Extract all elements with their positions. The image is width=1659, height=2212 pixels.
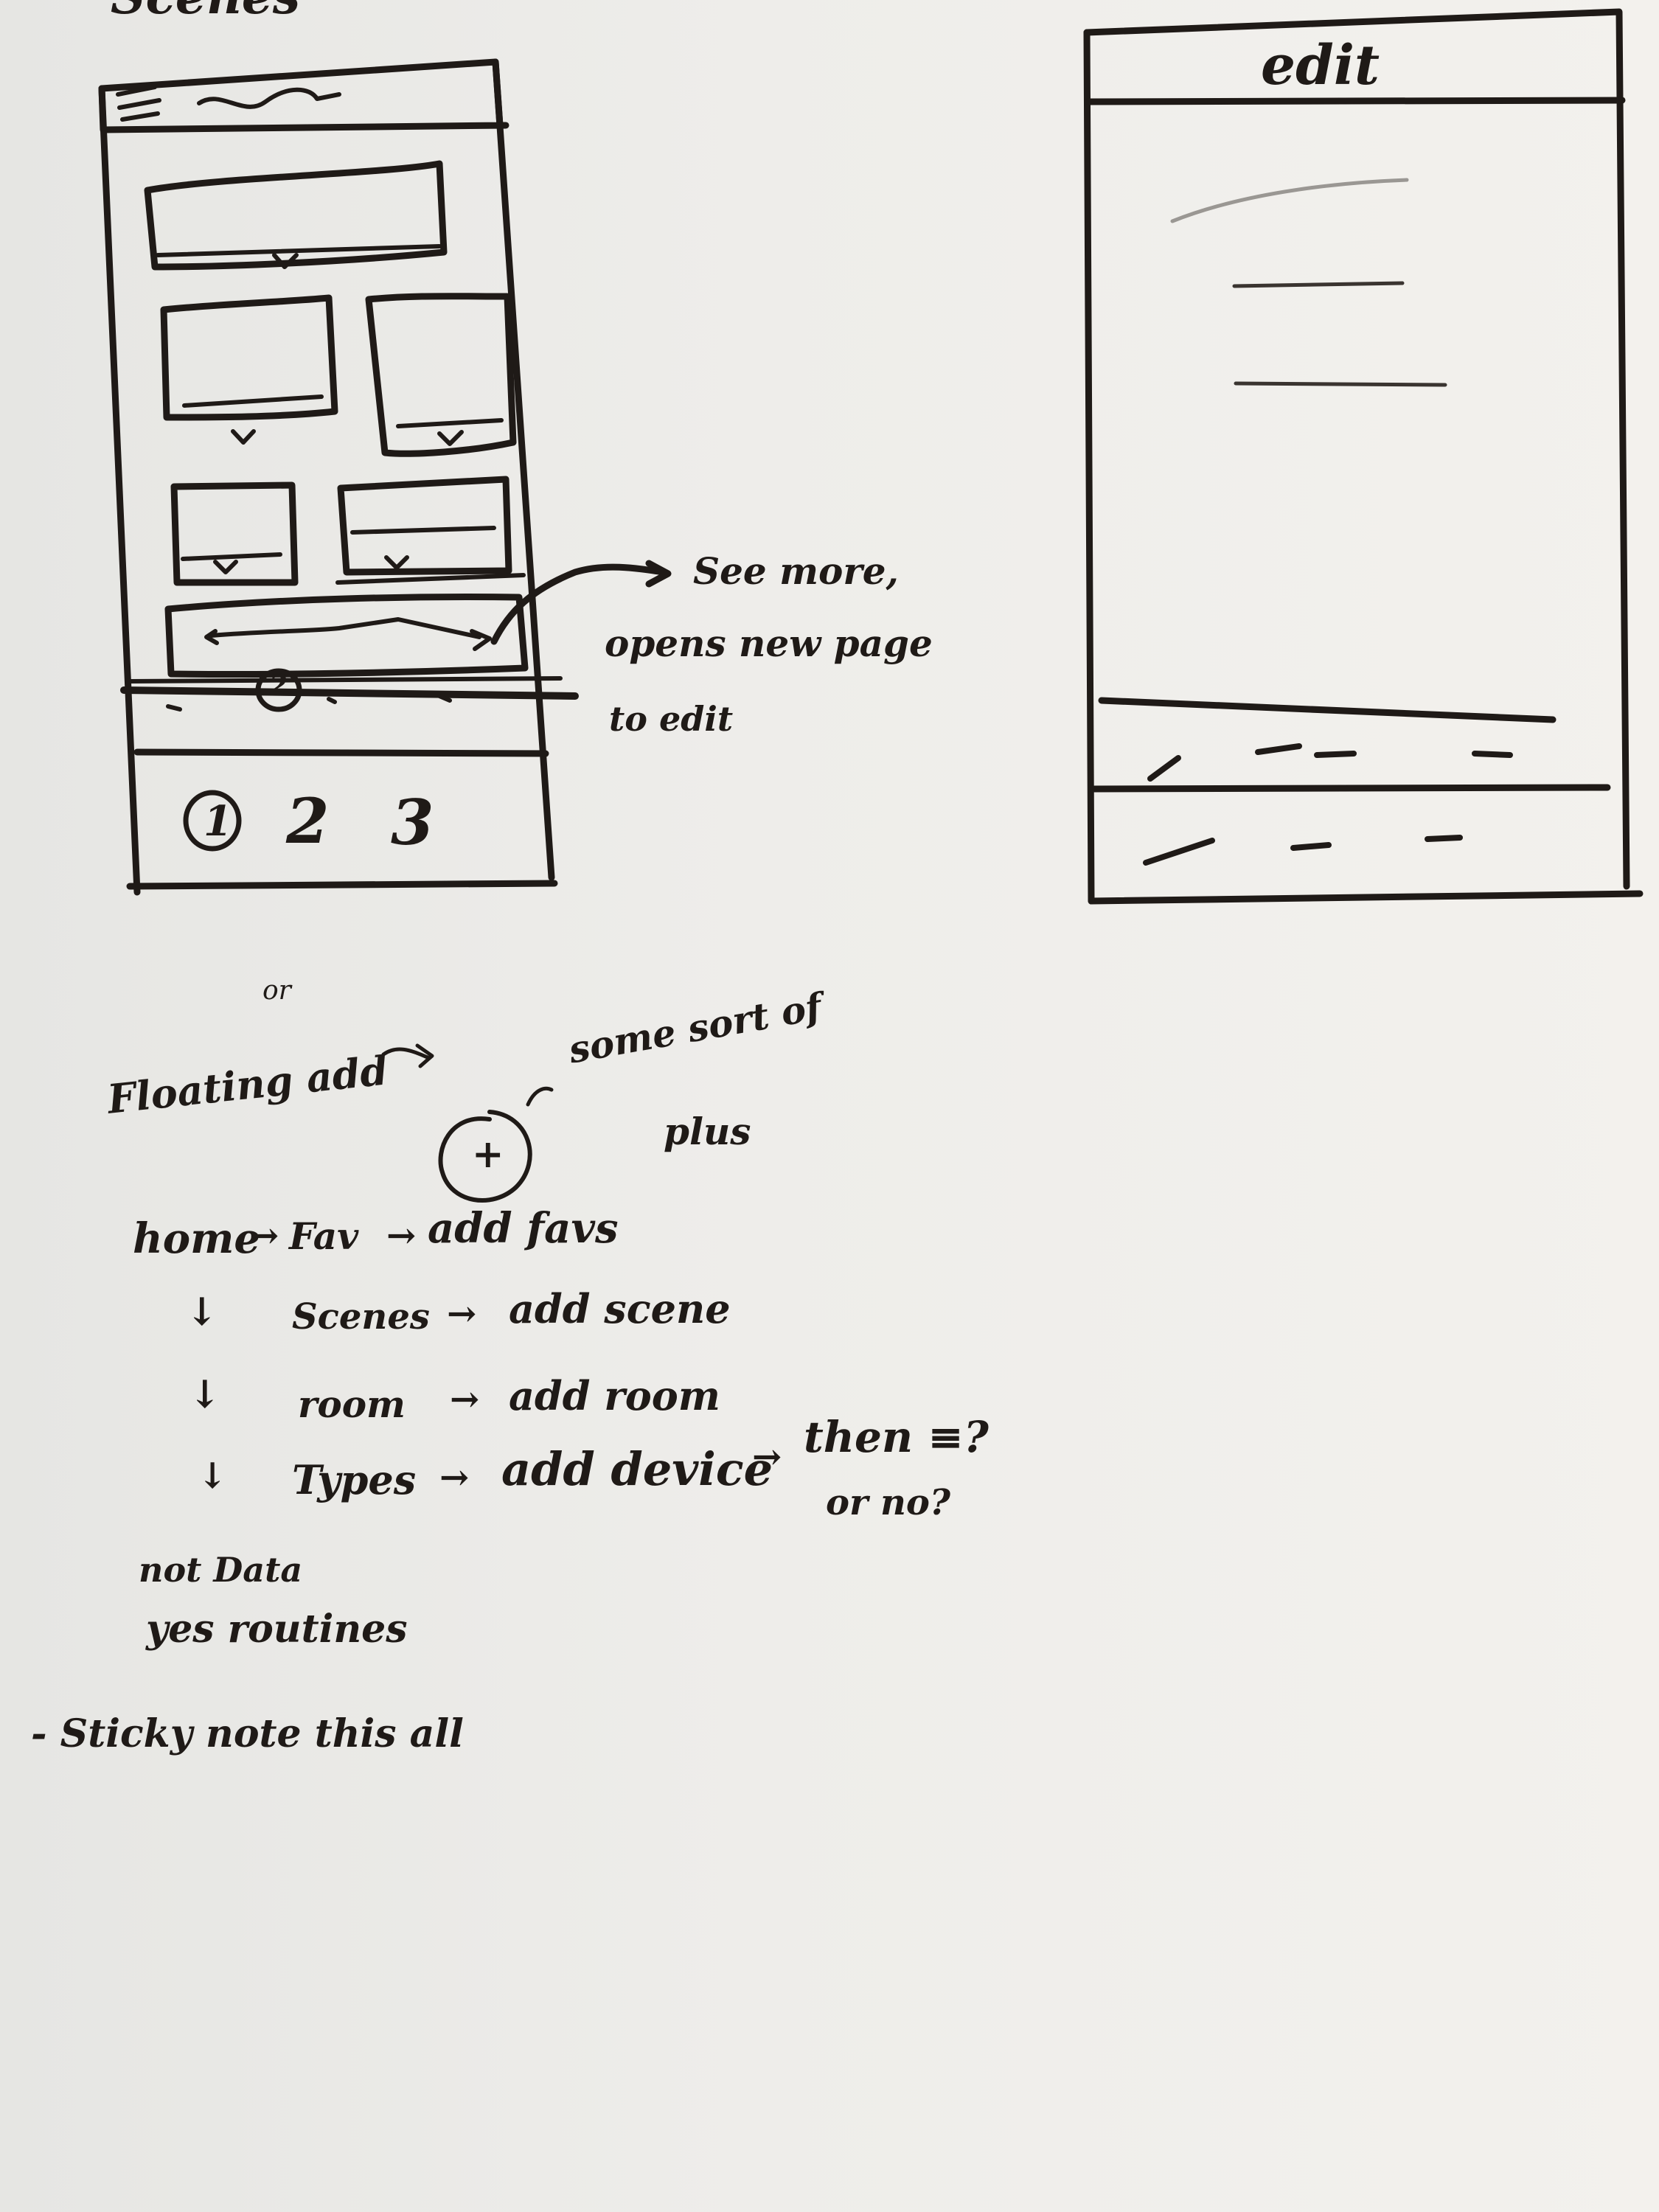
flow-scenes: Scenes bbox=[292, 1296, 430, 1338]
left-header-title: Scenes bbox=[111, 0, 300, 21]
annotation-line-3: to edit bbox=[609, 699, 734, 739]
carousel-marker: 2 bbox=[269, 670, 288, 701]
flow-room: room bbox=[298, 1382, 406, 1426]
plus-note-arrow bbox=[526, 1086, 554, 1107]
note-not-data: not Data bbox=[139, 1550, 303, 1590]
pagination-page-2[interactable]: 2 bbox=[286, 790, 329, 852]
right-toolbar-dashes bbox=[1143, 743, 1513, 866]
left-card-small-right bbox=[335, 476, 526, 585]
plus-icon: + bbox=[472, 1132, 504, 1177]
flow-home: home bbox=[133, 1214, 260, 1263]
flow-down-arrow-1: ↓ bbox=[186, 1290, 218, 1335]
flow-arrow-1: → bbox=[249, 1215, 279, 1256]
plus-note-line-2: plus bbox=[664, 1110, 751, 1153]
flow-down-arrow-3: ↓ bbox=[198, 1455, 228, 1497]
floating-add-arrow bbox=[381, 1043, 434, 1068]
floating-add-button[interactable]: + bbox=[442, 1115, 531, 1203]
flow-types: Types bbox=[292, 1456, 417, 1503]
flow-arrow-4: → bbox=[450, 1379, 480, 1420]
pagination-page-1[interactable]: 1 bbox=[204, 801, 232, 842]
flow-down-arrow-2: ↓ bbox=[189, 1372, 221, 1417]
flow-fav: Fav bbox=[289, 1214, 359, 1258]
flow-or-no: or no? bbox=[826, 1482, 951, 1523]
left-bottom-nav-frame bbox=[133, 748, 549, 757]
flow-arrow-6: → bbox=[752, 1436, 782, 1478]
flow-add-room: add room bbox=[509, 1372, 720, 1419]
left-card-wide bbox=[144, 160, 448, 271]
note-yes-routines: yes routines bbox=[146, 1607, 408, 1652]
annotation-line-1: See more, bbox=[693, 549, 899, 593]
flow-then: then ≡? bbox=[804, 1412, 989, 1462]
right-header-title: edit bbox=[1261, 34, 1380, 97]
left-carousel-card bbox=[164, 594, 529, 678]
flow-add-favs: add favs bbox=[428, 1204, 619, 1253]
flow-add-scene: add scene bbox=[509, 1285, 731, 1332]
annotation-line-2: opens new page bbox=[605, 622, 933, 665]
left-card-small-left bbox=[170, 481, 299, 586]
left-pagination[interactable]: 1 2 3 bbox=[190, 790, 456, 854]
left-card-mid-right bbox=[365, 293, 517, 457]
pagination-page-3[interactable]: 3 bbox=[391, 792, 434, 854]
flow-arrow-3: → bbox=[447, 1293, 477, 1335]
right-placeholder-lines bbox=[1170, 178, 1447, 387]
flow-add-device: add device bbox=[501, 1442, 773, 1496]
left-header-menu-icon bbox=[116, 85, 341, 122]
flow-arrow-5: → bbox=[439, 1457, 470, 1498]
note-or: or bbox=[262, 975, 291, 1006]
left-card-mid-left bbox=[160, 294, 338, 445]
note-sticky: - Sticky note this all bbox=[31, 1711, 464, 1756]
flow-arrow-2: → bbox=[386, 1215, 417, 1256]
